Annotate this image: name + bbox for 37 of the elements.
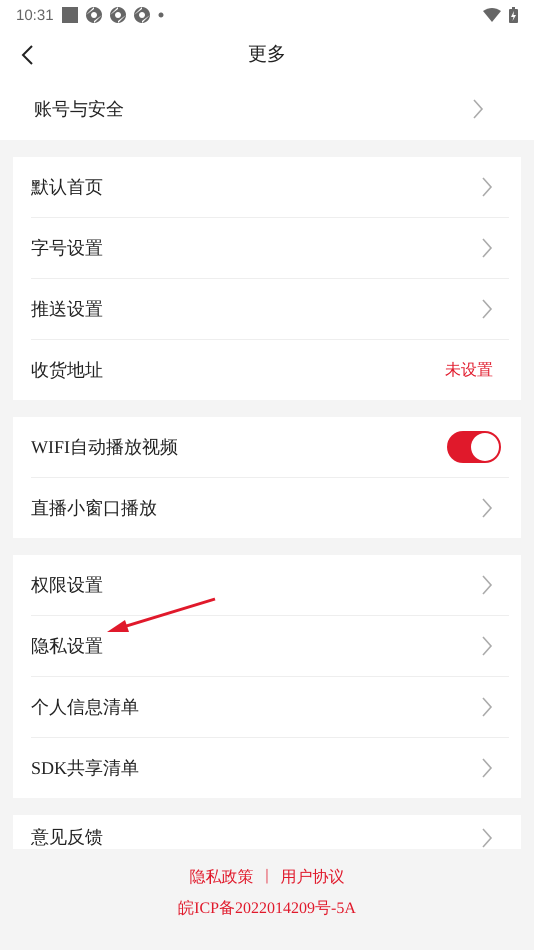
settings-row[interactable]: 直播小窗口播放 [31,477,509,538]
aperture-icon [110,7,126,23]
icp-text: 皖ICP备2022014209号-5A [178,899,356,919]
aperture-icon [134,7,150,23]
aperture-icon [86,7,102,23]
chevron-right-icon [481,237,493,259]
status-time: 10:31 [16,6,54,24]
footer-link[interactable]: 用户协议 [280,867,345,888]
toggle-switch[interactable] [447,431,501,463]
settings-row[interactable]: SDK共享清单 [31,737,509,798]
settings-row[interactable]: 个人信息清单 [31,676,509,737]
settings-row[interactable]: 推送设置 [31,278,509,339]
account-security-row[interactable]: 账号与安全 [0,78,534,140]
page-title: 更多 [248,43,286,67]
chevron-right-icon [481,635,493,657]
chevron-right-icon [481,176,493,198]
chevron-right-icon [481,757,493,779]
settings-row[interactable]: 默认首页 [31,157,509,217]
footer-link[interactable]: 隐私政策 [189,867,254,888]
separator-text: | [265,867,269,886]
chevron-right-icon [481,497,493,519]
chevron-right-icon [481,298,493,320]
settings-row[interactable]: 收货地址 未设置 [31,339,509,400]
settings-row[interactable]: 意见反馈 [31,815,509,849]
dot-icon [158,12,164,18]
chevron-right-icon [472,98,484,120]
back-icon [20,44,34,66]
settings-row[interactable]: 权限设置 [31,555,509,615]
square-icon [62,7,78,23]
chevron-right-icon [481,827,493,849]
wifi-icon [483,8,501,22]
settings-row[interactable]: 字号设置 [31,217,509,278]
battery-icon [509,7,518,23]
settings-row[interactable]: WIFI自动播放视频 [31,417,509,477]
chevron-right-icon [481,696,493,718]
chevron-right-icon [481,574,493,596]
value-text: 未设置 [445,360,493,380]
